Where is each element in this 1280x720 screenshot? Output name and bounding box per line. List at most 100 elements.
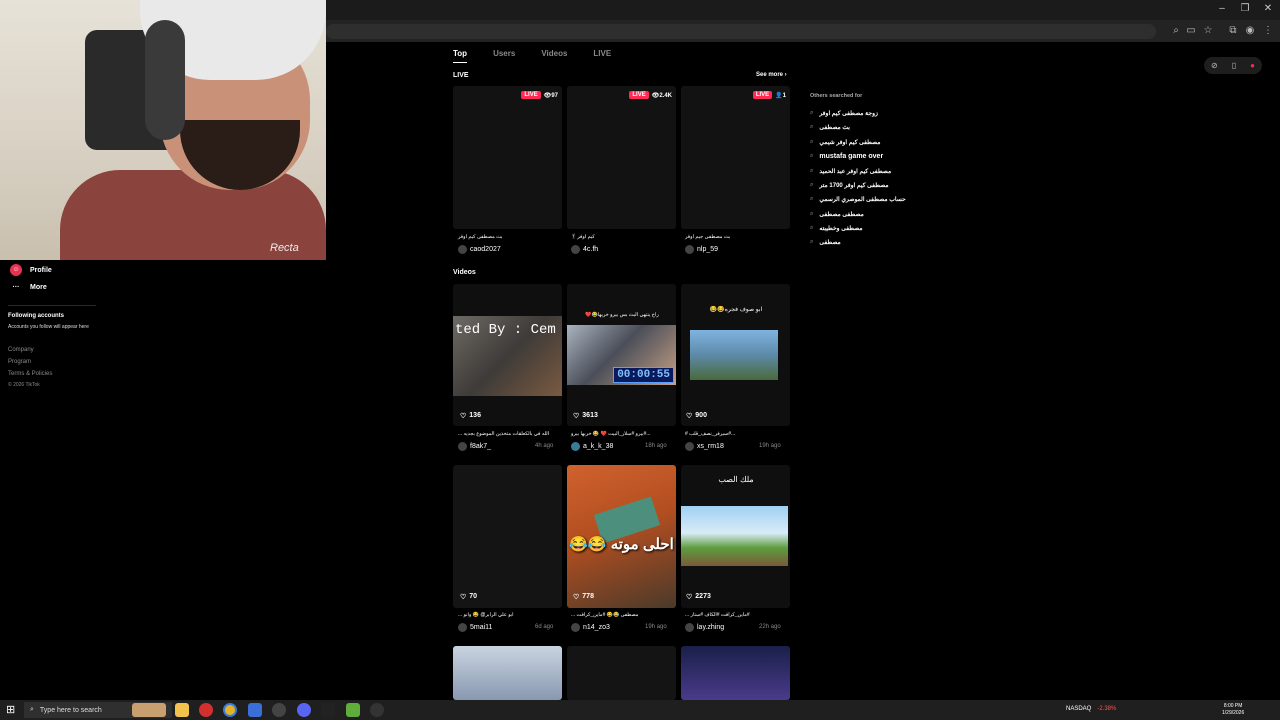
live-card[interactable]: LIVE 👤1 [681,86,790,229]
extensions-icon[interactable]: ⧉ [1226,25,1240,36]
headset-shape [145,20,185,140]
thumbnail-overlay-text: راح ينتهي البث بس بيرو خربها😂❤️ [585,312,659,318]
close-button[interactable]: ✕ [1257,3,1279,14]
media-player-icon[interactable] [370,703,384,717]
live-user[interactable]: caod2027 [458,245,501,254]
video-user[interactable]: a_k_k_38 [571,442,613,451]
menu-icon[interactable]: ⋮ [1261,25,1275,36]
video-age: 22h ago [759,624,781,630]
minimize-button[interactable]: – [1211,3,1233,14]
likes-count: ♡ 3613 [573,412,598,420]
nav-more[interactable]: ··· More [10,284,47,291]
avatar [571,623,580,632]
videos-section-title: Videos [453,269,476,276]
likes-count: ♡ 2273 [686,593,711,601]
zoom-icon[interactable]: ⌕ [1169,25,1183,36]
nav-profile-label: Profile [30,266,52,274]
video-thumbnail: ted By : Cem [453,316,562,396]
maximize-button[interactable]: ❐ [1234,3,1256,14]
suggested-search[interactable]: ⌕ mustafa game over [810,153,883,160]
live-user[interactable]: nlp_59 [685,245,718,254]
video-age: 18h ago [645,443,667,449]
suggested-search[interactable]: ⌕ مصطفى مصطفى [810,211,864,218]
suggested-search[interactable]: ⌕ مصطفى وخطيبته [810,225,863,232]
video-card[interactable]: راح ينتهي البث بس بيرو خربها😂❤️ 00:00:55 [567,284,676,426]
video-caption: ...#سيرفر_نصف_قلب # [685,431,736,437]
tab-users[interactable]: Users [493,49,515,63]
footer-company[interactable]: Company [8,347,34,353]
live-badge: LIVE 👁97 [521,91,558,99]
see-more-link[interactable]: See more › [756,72,787,78]
video-age: 19h ago [759,443,781,449]
video-user[interactable]: lay.zhing [685,623,724,632]
document-icon[interactable] [248,703,262,717]
live-user[interactable]: 4c.fh [571,245,598,254]
video-user[interactable]: f8ak7_ [458,442,491,451]
suggested-search[interactable]: ⌕ مصطفى كيم اوفر عبد الحميد [810,168,891,175]
video-card[interactable]: احلى موته 😂😂 [567,465,676,608]
search-icon: ⌕ [810,168,814,174]
ticker-name: NASDAQ [1066,706,1092,712]
likes-count: ♡ 70 [460,593,478,601]
video-card[interactable]: ted By : Cem [453,284,562,426]
windows-start-icon[interactable]: ⊞ [6,703,15,716]
search-icon: ⌕ [810,196,814,202]
ticker-change: -2.38% [1097,706,1117,712]
live-badge: LIVE 👤1 [752,91,786,99]
suggested-search[interactable]: ⌕ حساب مصطفى الموصري الرسمي [810,196,906,203]
video-user[interactable]: 5mai11 [458,623,492,632]
minecraft-icon[interactable] [346,703,360,717]
live-badge: LIVE 👁2.4K [629,91,672,99]
video-card[interactable] [453,646,562,700]
tab-live[interactable]: LIVE [593,49,611,63]
video-card[interactable] [567,646,676,700]
search-icon: ⌕ [810,153,814,159]
capcut-icon[interactable] [321,703,335,717]
video-card[interactable]: ابو صوف فجره😂😂 [681,284,790,426]
chrome-icon[interactable] [223,703,237,717]
address-bar[interactable] [326,24,1156,39]
live-caption: بث مصطفى كيم اوفر [458,234,503,240]
video-card[interactable] [453,465,562,608]
live-section-title: LIVE [453,72,469,79]
stock-ticker[interactable]: NASDAQ -2.38% [1066,706,1116,712]
compass-icon[interactable]: ⊘ [1211,61,1218,70]
video-age: 4h ago [535,443,554,449]
live-card[interactable]: LIVE 👁2.4K [567,86,676,229]
header-actions: ⊘ ▯ ● [1204,57,1262,74]
search-icon: ⌕ [810,225,814,231]
video-thumbnail [690,330,778,380]
taskbar-clock[interactable]: 8:00 PM 1/29/2026 [1222,703,1244,717]
live-card[interactable]: LIVE 👁97 [453,86,562,229]
cast-icon[interactable]: ▭ [1184,25,1198,36]
file-explorer-icon[interactable] [175,703,189,717]
following-title: Following accounts [8,313,65,319]
video-age: 6d ago [535,624,554,630]
search-icon: ⌕ [810,110,814,116]
nav-divider [8,305,96,306]
tab-videos[interactable]: Videos [541,49,567,63]
nav-profile[interactable]: ☺ Profile [10,264,52,276]
bookmark-star-icon[interactable]: ☆ [1201,25,1215,36]
live-caption: بث مصطفى جيم اوفر [685,234,731,240]
obs-icon[interactable] [272,703,286,717]
footer-program[interactable]: Program [8,359,31,365]
avatar [685,623,694,632]
suggested-search[interactable]: ⌕ مصطفى [810,239,841,246]
video-card[interactable]: ملك الصب [681,465,790,608]
footer-terms[interactable]: Terms & Policies [8,371,52,377]
search-icon: ⌕ [810,182,814,188]
device-icon[interactable]: ▯ [1232,61,1236,70]
suggested-search[interactable]: ⌕ مصطفى كيم اوفر 1700 متر [810,182,889,189]
suggested-search[interactable]: ⌕ زوجة مصطفى كيم اوفر [810,110,878,117]
tab-top[interactable]: Top [453,49,468,63]
video-user[interactable]: n14_zo3 [571,623,610,632]
video-card[interactable] [681,646,790,700]
user-avatar-icon[interactable]: ● [1250,61,1255,70]
discord-icon[interactable] [297,703,311,717]
suggested-search[interactable]: ⌕ بث مصطفى [810,124,850,131]
opera-icon[interactable] [199,703,213,717]
profile-icon[interactable]: ◉ [1243,25,1257,36]
suggested-search[interactable]: ⌕ مصطفى كيم اوفر شيمي [810,139,880,146]
video-user[interactable]: xs_rm18 [685,442,724,451]
